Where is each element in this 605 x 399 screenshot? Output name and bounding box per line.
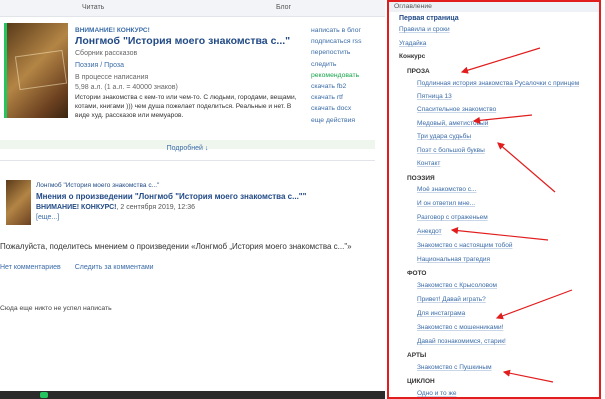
book-collection: Сборник рассказов <box>75 50 138 57</box>
toc-item[interactable]: Конкурс <box>399 53 425 60</box>
recent-badge[interactable]: ВНИМАНИЕ! КОНКУРС! <box>36 204 117 211</box>
toc-item[interactable]: Три удара судьбы <box>417 133 471 140</box>
toc-item[interactable]: Пятница 13 <box>417 93 452 100</box>
toc-item[interactable]: Национальная трагедия <box>417 256 490 263</box>
bottom-bar <box>0 391 385 399</box>
book-size: 5,98 а.л. (1 а.л. = 40000 знаков) <box>75 84 178 91</box>
toc-item[interactable]: Спасительное знакомство <box>417 106 496 113</box>
action-write-blog[interactable]: написать в блог <box>311 25 373 36</box>
comment-links: Нет комментариев Следить за комментами <box>0 264 166 271</box>
recent-date: , 2 сентября 2019, 12:36 <box>116 204 196 211</box>
book-genre[interactable]: Поэзия / Проза <box>75 62 124 69</box>
toc-item[interactable]: Подлинная история знакомства Русалочки с… <box>417 80 579 87</box>
action-follow[interactable]: следить <box>311 59 373 70</box>
toc-item[interactable]: Анекдот <box>417 228 442 235</box>
toc-item[interactable]: ПОЭЗИЯ <box>407 175 435 182</box>
toc-item[interactable]: Знакомство с Пушкиным <box>417 364 492 371</box>
toc-item[interactable]: Знакомство с Крысоловом <box>417 282 497 289</box>
toc-item[interactable]: Медовый, аметистовый <box>417 120 488 127</box>
action-subscribe-rss[interactable]: подписаться rss <box>311 36 373 47</box>
recent-small-title[interactable]: Лонгмоб "История моего знакомства с..." <box>36 182 159 189</box>
book-title[interactable]: Лонгмоб "История моего знакомства с..." <box>75 35 290 47</box>
status-indicator <box>40 392 48 398</box>
toc-item[interactable]: Давай познакомимся, старик! <box>417 338 506 345</box>
toc-item[interactable]: Знакомство с мошенниками! <box>417 324 503 331</box>
action-recommend[interactable]: рекомендовать <box>311 70 373 81</box>
toc-item[interactable]: Поэт с большой буквы <box>417 147 485 154</box>
toc-item[interactable]: Моё знакомство с... <box>417 186 476 193</box>
recent-more-link[interactable]: [еще...] <box>36 214 59 221</box>
share-prompt: Пожалуйста, поделитесь мнением о произве… <box>0 242 352 251</box>
tab-read[interactable]: Читать <box>82 4 104 11</box>
toc-header: Оглавление <box>389 2 599 12</box>
book-tabs: Читать Блог <box>0 0 385 17</box>
divider <box>0 160 375 161</box>
toc-item[interactable]: Разговор с отраженьем <box>417 214 488 221</box>
tab-blog[interactable]: Блог <box>276 4 291 11</box>
toc-item[interactable]: Правила и сроки <box>399 26 450 33</box>
action-download-docx[interactable]: скачать docx <box>311 103 373 114</box>
page: Читать Блог ВНИМАНИЕ! КОНКУРС! Лонгмоб "… <box>0 0 605 399</box>
more-details-button[interactable]: Подробней ↓ <box>0 145 375 152</box>
action-download-rtf[interactable]: скачать rtf <box>311 92 373 103</box>
follow-comments-link[interactable]: Следить за комментами <box>75 264 154 271</box>
book-cover-image[interactable] <box>4 23 68 118</box>
no-comments-link[interactable]: Нет комментариев <box>0 264 61 271</box>
book-status: В процессе написания <box>75 74 149 81</box>
toc-item[interactable]: Контакт <box>417 160 440 167</box>
toc-item[interactable]: И он ответил мне... <box>417 200 475 207</box>
contest-badge[interactable]: ВНИМАНИЕ! КОНКУРС! <box>75 27 150 34</box>
toc-item[interactable]: ФОТО <box>407 270 426 277</box>
book-actions: написать в блог подписаться rss перепост… <box>311 25 373 126</box>
toc-item[interactable]: Знакомство с настоящим тобой <box>417 242 512 249</box>
book-card: ВНИМАНИЕ! КОНКУРС! Лонгмоб "История моег… <box>0 17 375 145</box>
toc-item[interactable]: Одно и то же <box>417 390 456 397</box>
no-comments-text: Сюда еще никто не успел написать <box>0 305 112 312</box>
cover-paper-decoration <box>14 49 68 91</box>
recent-meta: ВНИМАНИЕ! КОНКУРС!, 2 сентября 2019, 12:… <box>36 204 195 211</box>
toc-item[interactable]: ЦИКЛОН <box>407 378 435 385</box>
toc-item[interactable]: Угадайка <box>399 40 426 47</box>
toc-item[interactable]: Привет! Давай играть? <box>417 296 486 303</box>
recent-thumbnail[interactable] <box>6 180 31 225</box>
action-more[interactable]: еще действия <box>311 115 373 126</box>
book-annotation: Истории знакомства с кем-то или чем-то. … <box>75 94 297 119</box>
toc-item[interactable]: Первая страница <box>399 15 459 22</box>
recent-title[interactable]: Мнения о произведении "Лонгмоб "История … <box>36 192 306 201</box>
action-repost[interactable]: перепостить <box>311 47 373 58</box>
action-download-fb2[interactable]: скачать fb2 <box>311 81 373 92</box>
table-of-contents: Оглавление Первая страница Правила и срок… <box>387 0 601 399</box>
toc-item[interactable]: АРТЫ <box>407 352 426 359</box>
toc-item[interactable]: ПРОЗА <box>407 68 430 75</box>
toc-item[interactable]: Для инстаграма <box>417 310 465 317</box>
